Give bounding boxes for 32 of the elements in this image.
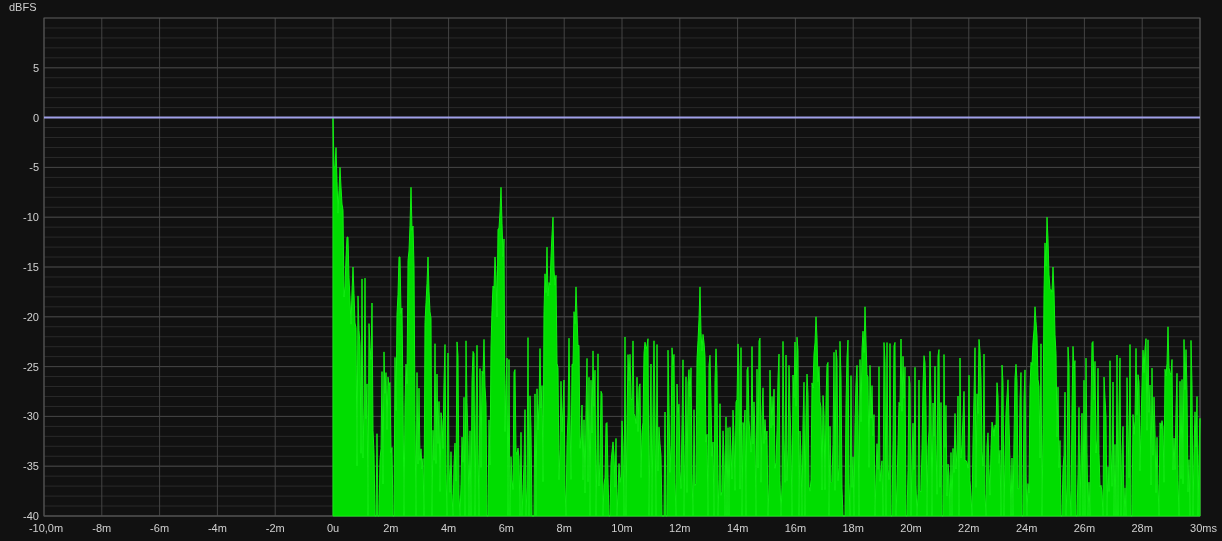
x-tick-label: -4m: [207, 522, 227, 534]
y-tick-label: 0: [32, 111, 39, 124]
x-tick-label: 24m: [1015, 522, 1038, 534]
y-tick-label: -10: [23, 211, 39, 224]
x-tick-label: 10m: [611, 522, 633, 534]
x-tick-label: 8m: [556, 522, 572, 534]
y-tick-label: -5: [29, 161, 39, 174]
x-tick-label: 6m: [498, 522, 515, 534]
x-tick-label: 2m: [383, 522, 399, 534]
x-tick-label: -2m: [265, 522, 285, 534]
x-tick-label: 30ms: [1190, 522, 1217, 534]
x-tick-label: 14m: [726, 522, 749, 534]
y-tick-label: -30: [23, 410, 39, 423]
y-tick-label: -15: [23, 261, 39, 273]
x-tick-label: -10,0m: [28, 522, 64, 534]
x-tick-label: 4m: [440, 522, 457, 534]
y-tick-label: 5: [32, 61, 39, 74]
x-tick-label: 16m: [784, 522, 807, 534]
y-tick-label: -40: [23, 510, 39, 522]
x-tick-label: -8m: [92, 522, 112, 534]
x-tick-label: 20m: [900, 522, 922, 534]
y-tick-label: -20: [23, 310, 39, 323]
x-tick-label: 12m: [669, 522, 691, 534]
x-tick-label: 18m: [842, 522, 864, 534]
y-tick-label: -25: [23, 360, 39, 373]
x-tick-label: 26m: [1073, 522, 1096, 534]
x-tick-label: 0u: [326, 522, 340, 534]
y-tick-label: -35: [23, 460, 39, 473]
x-tick-label: 22m: [958, 522, 980, 534]
x-tick-label: -6m: [150, 522, 170, 534]
x-tick-label: 28m: [1131, 522, 1153, 534]
axis-unit-label: dBFS: [9, 1, 37, 13]
